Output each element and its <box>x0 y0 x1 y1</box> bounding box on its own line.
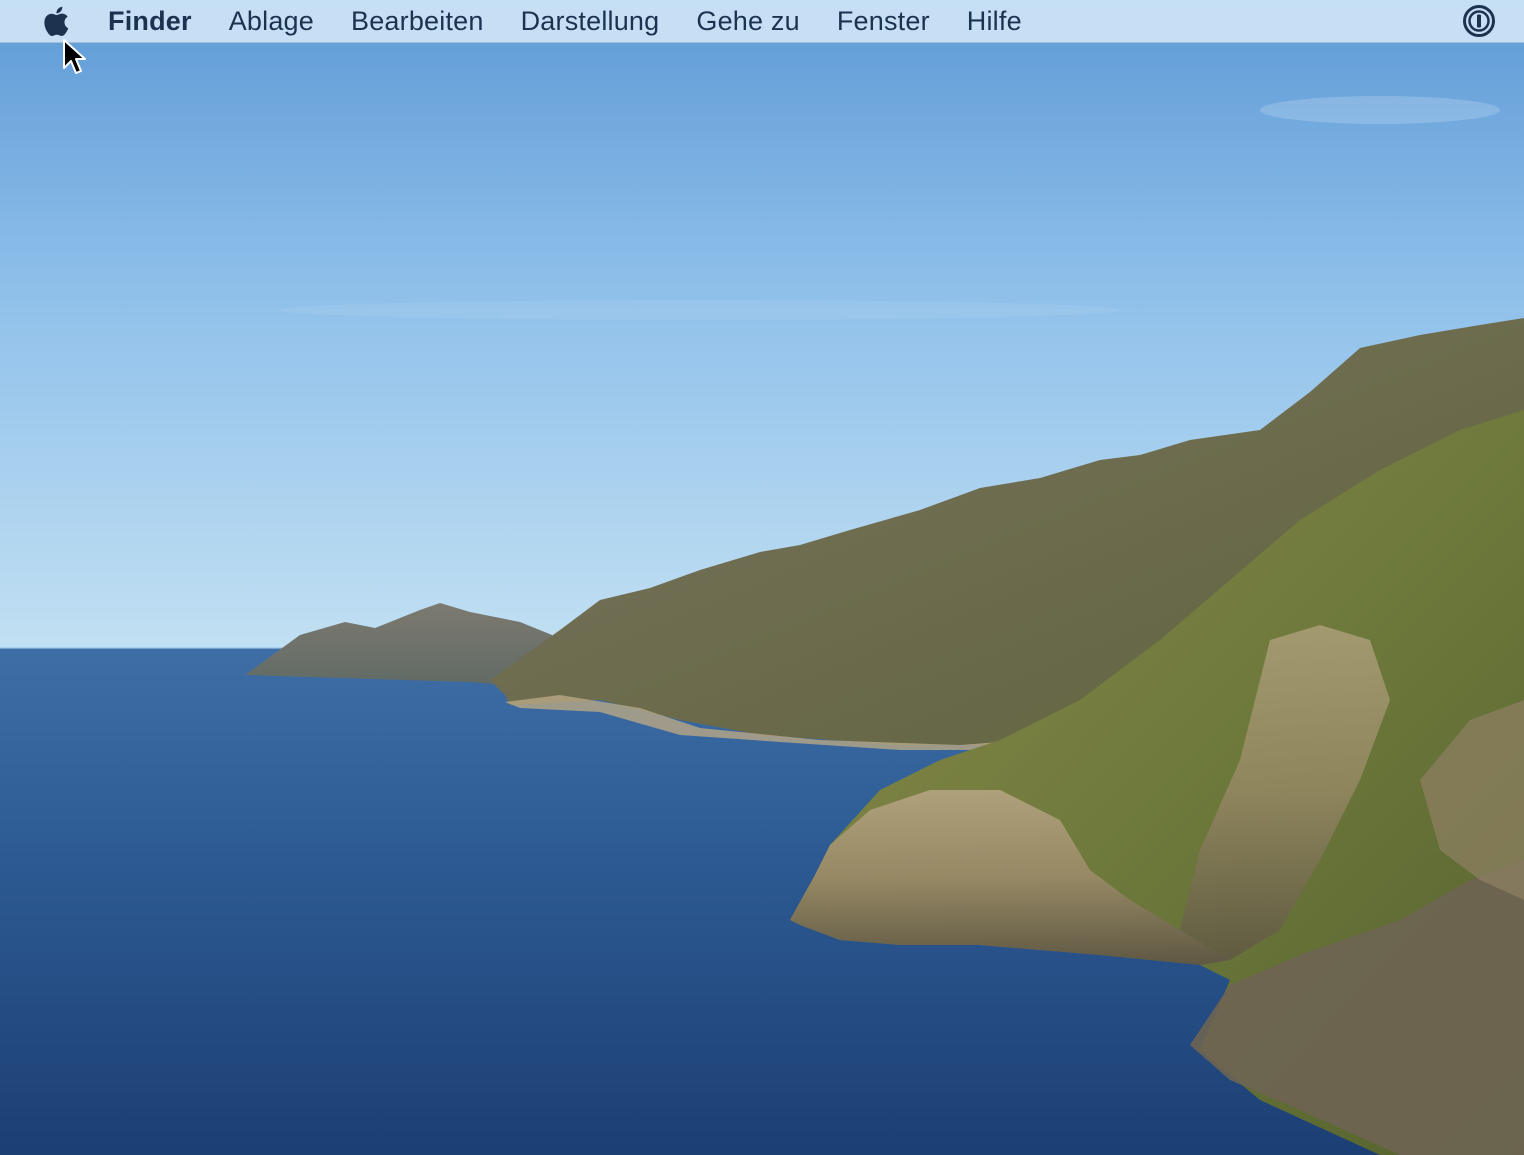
desktop: Finder Ablage Bearbeiten Darstellung Geh… <box>0 0 1524 1155</box>
menu-ablage[interactable]: Ablage <box>229 0 314 42</box>
menu-darstellung[interactable]: Darstellung <box>521 0 660 42</box>
password-manager-icon[interactable] <box>1462 4 1496 38</box>
menu-items: Finder Ablage Bearbeiten Darstellung Geh… <box>108 0 1059 42</box>
menu-finder[interactable]: Finder <box>108 0 192 42</box>
menu-fenster[interactable]: Fenster <box>837 0 930 42</box>
menu-gehe-zu[interactable]: Gehe zu <box>696 0 799 42</box>
menu-bar: Finder Ablage Bearbeiten Darstellung Geh… <box>0 0 1524 43</box>
apple-logo-icon[interactable] <box>40 4 70 38</box>
menu-hilfe[interactable]: Hilfe <box>967 0 1022 42</box>
wallpaper-image <box>0 0 1524 1155</box>
menu-bearbeiten[interactable]: Bearbeiten <box>351 0 484 42</box>
